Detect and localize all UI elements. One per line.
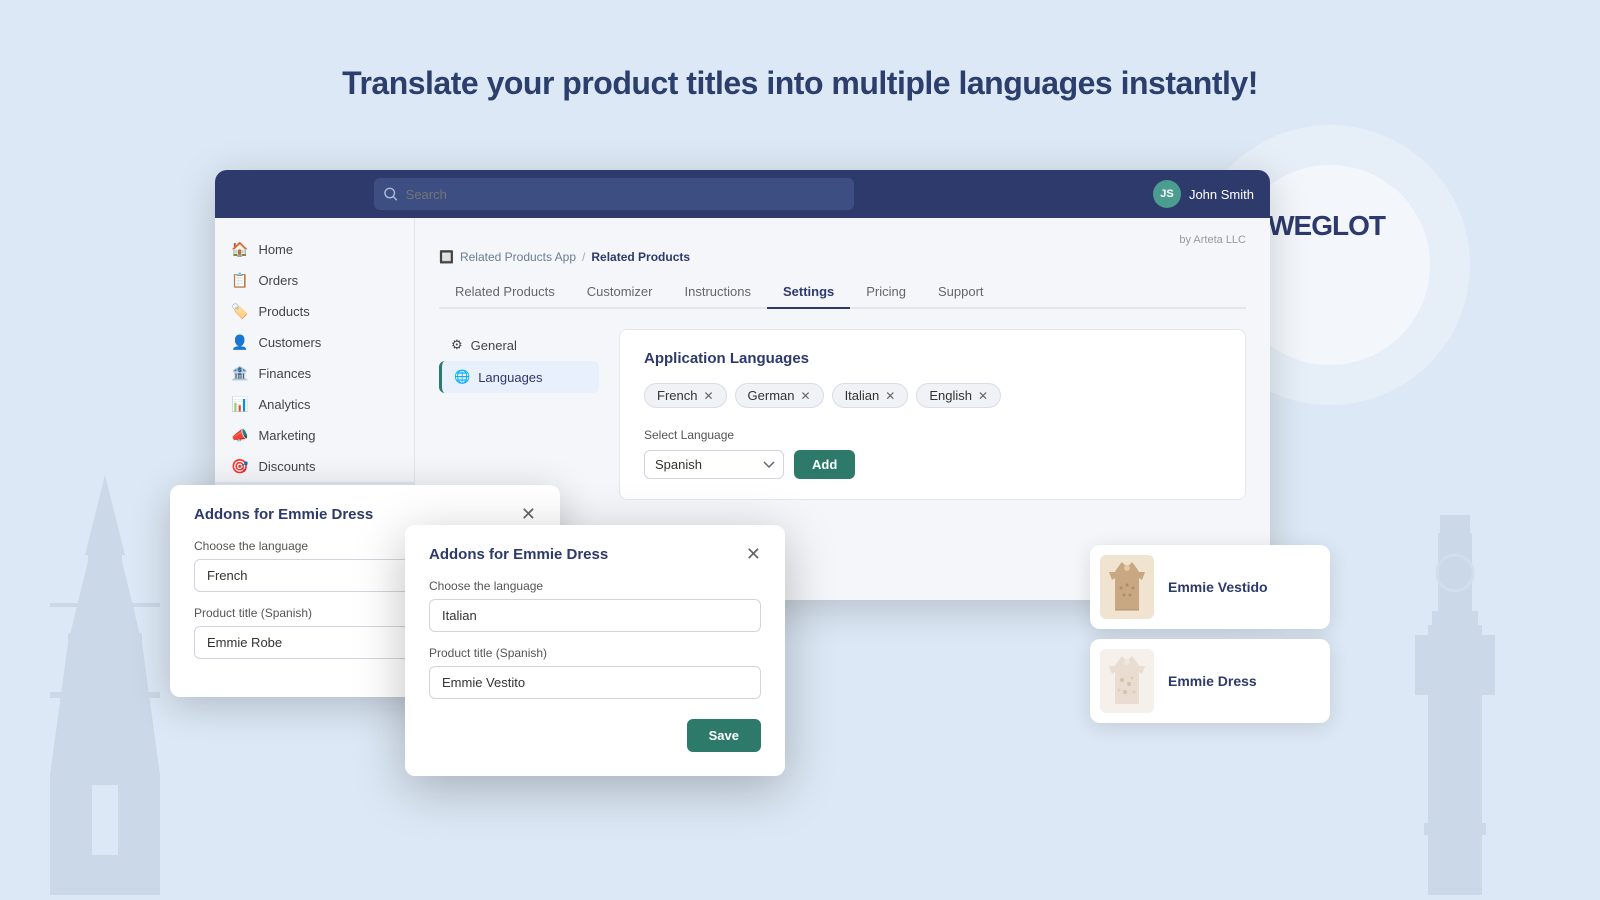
sidebar-item-orders[interactable]: 📋 Orders — [215, 265, 414, 296]
modal-italian-title: Addons for Emmie Dress — [429, 546, 608, 563]
customers-icon: 👤 — [231, 334, 248, 351]
modal-french-title: Addons for Emmie Dress — [194, 506, 373, 523]
search-icon — [384, 187, 397, 201]
tab-settings[interactable]: Settings — [767, 276, 850, 309]
product-name-vestido: Emmie Vestido — [1168, 579, 1268, 595]
product-cards: Emmie Vestido Emmie Dress — [1090, 545, 1330, 733]
marketing-icon: 📣 — [231, 427, 248, 444]
top-navigation: JS John Smith — [215, 170, 1270, 218]
add-language-button[interactable]: Add — [794, 450, 855, 479]
finances-icon: 🏦 — [231, 365, 248, 382]
breadcrumb-separator: / — [582, 250, 585, 264]
lang-tag-english: English ✕ — [916, 383, 1001, 408]
search-bar[interactable] — [374, 178, 854, 210]
modal-french-header: Addons for Emmie Dress ✕ — [194, 505, 536, 523]
modal-save-button[interactable]: Save — [687, 719, 761, 752]
discounts-icon: 🎯 — [231, 458, 248, 475]
sidebar-label-finances: Finances — [258, 366, 311, 381]
sidebar-label-products: Products — [258, 304, 309, 319]
product-thumb-vestido — [1100, 555, 1154, 619]
product-card-vestido: Emmie Vestido — [1090, 545, 1330, 629]
avatar: JS — [1153, 180, 1181, 208]
lang-tag-german: German ✕ — [735, 383, 824, 408]
remove-french-button[interactable]: ✕ — [703, 389, 713, 403]
modal-italian-close[interactable]: ✕ — [746, 545, 761, 563]
sidebar-item-marketing[interactable]: 📣 Marketing — [215, 420, 414, 451]
tab-customizer[interactable]: Customizer — [571, 276, 669, 309]
bigben-decoration — [1410, 515, 1500, 900]
lang-french-label: French — [657, 388, 697, 403]
product-card-dress: Emmie Dress — [1090, 639, 1330, 723]
sidebar-item-products[interactable]: 🏷️ Products — [215, 296, 414, 327]
product-name-dress: Emmie Dress — [1168, 673, 1257, 689]
search-input[interactable] — [406, 187, 845, 202]
by-arteta: by Arteta LLC — [439, 234, 1246, 246]
languages-card-title: Application Languages — [644, 350, 1221, 367]
sidebar-item-home[interactable]: 🏠 Home — [215, 234, 414, 265]
lang-italian-label: Italian — [845, 388, 880, 403]
breadcrumb-current: Related Products — [591, 250, 690, 264]
settings-nav-general[interactable]: ⚙ General — [439, 329, 599, 361]
analytics-icon: 📊 — [231, 396, 248, 413]
user-area: JS John Smith — [1153, 180, 1254, 208]
sidebar-item-analytics[interactable]: 📊 Analytics — [215, 389, 414, 420]
lang-german-label: German — [748, 388, 795, 403]
tab-instructions[interactable]: Instructions — [668, 276, 766, 309]
sidebar-label-orders: Orders — [258, 273, 298, 288]
eiffel-tower-decoration — [50, 475, 160, 900]
lang-english-label: English — [929, 388, 972, 403]
settings-nav-languages[interactable]: 🌐 Languages — [439, 361, 599, 393]
modal-italian-lang-label: Choose the language — [429, 579, 761, 593]
lang-tag-french: French ✕ — [644, 383, 727, 408]
sidebar-label-discounts: Discounts — [258, 459, 315, 474]
orders-icon: 📋 — [231, 272, 248, 289]
home-icon: 🏠 — [231, 241, 248, 258]
modal-french-close[interactable]: ✕ — [521, 505, 536, 523]
general-label: General — [471, 338, 517, 353]
tab-related-products[interactable]: Related Products — [439, 276, 571, 309]
language-select[interactable]: Spanish French German Portuguese Japanes… — [644, 450, 784, 479]
select-lang-row: Spanish French German Portuguese Japanes… — [644, 450, 1221, 479]
breadcrumb: 🔲 Related Products App / Related Product… — [439, 250, 1246, 264]
products-icon: 🏷️ — [231, 303, 248, 320]
remove-italian-button[interactable]: ✕ — [885, 389, 895, 403]
settings-sidebar: ⚙ General 🌐 Languages — [439, 329, 599, 500]
languages-nav-label: Languages — [478, 370, 542, 385]
weglot-logo: WEGLOT — [1268, 210, 1385, 242]
remove-german-button[interactable]: ✕ — [801, 389, 811, 403]
product-thumb-dress — [1100, 649, 1154, 713]
modal-italian-product-label: Product title (Spanish) — [429, 646, 761, 660]
sidebar-item-finances[interactable]: 🏦 Finances — [215, 358, 414, 389]
sidebar-label-marketing: Marketing — [258, 428, 315, 443]
tab-support[interactable]: Support — [922, 276, 1000, 309]
lang-tags: French ✕ German ✕ Italian ✕ English — [644, 383, 1221, 408]
sidebar-item-discounts[interactable]: 🎯 Discounts — [215, 451, 414, 482]
modal-italian-lang-input[interactable] — [429, 599, 761, 632]
languages-card: Application Languages French ✕ German ✕ … — [619, 329, 1246, 500]
modal-italian-header: Addons for Emmie Dress ✕ — [429, 545, 761, 563]
sidebar-label-analytics: Analytics — [258, 397, 310, 412]
user-name: John Smith — [1189, 187, 1254, 202]
tab-pricing[interactable]: Pricing — [850, 276, 922, 309]
breadcrumb-icon: 🔲 — [439, 250, 454, 264]
settings-layout: ⚙ General 🌐 Languages Application Langua… — [439, 329, 1246, 500]
general-icon: ⚙ — [451, 337, 463, 353]
lang-tag-italian: Italian ✕ — [832, 383, 909, 408]
select-language-label: Select Language — [644, 428, 1221, 442]
sidebar-label-customers: Customers — [258, 335, 321, 350]
languages-nav-icon: 🌐 — [454, 369, 470, 385]
modal-italian-product-input[interactable] — [429, 666, 761, 699]
sidebar-item-customers[interactable]: 👤 Customers — [215, 327, 414, 358]
sidebar-label-home: Home — [258, 242, 293, 257]
breadcrumb-app[interactable]: Related Products App — [460, 250, 576, 264]
page-headline: Translate your product titles into multi… — [0, 0, 1600, 102]
modal-italian: Addons for Emmie Dress ✕ Choose the lang… — [405, 525, 785, 776]
remove-english-button[interactable]: ✕ — [978, 389, 988, 403]
tabs-bar: Related Products Customizer Instructions… — [439, 276, 1246, 309]
